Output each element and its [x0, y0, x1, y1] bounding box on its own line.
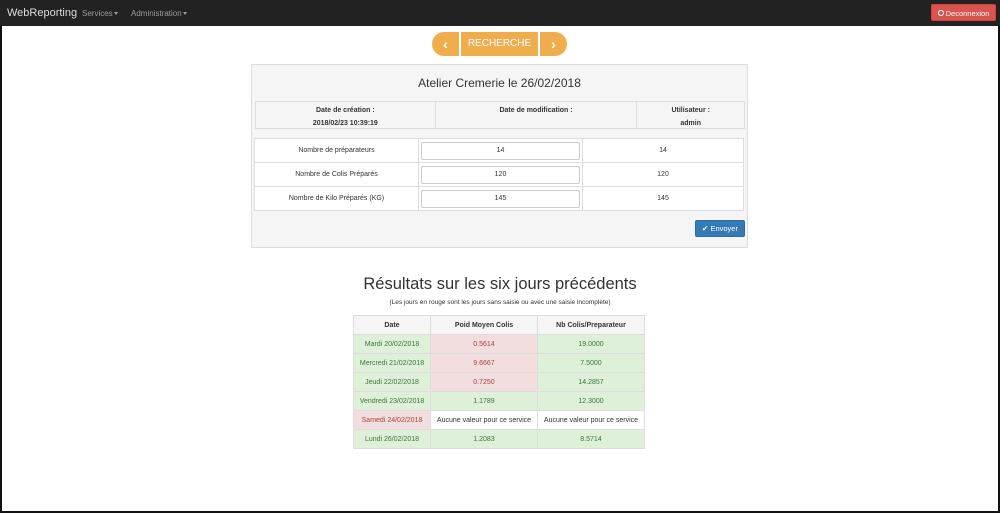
- chevron-right-icon: ›: [551, 36, 556, 52]
- date-cell: Mercredi 21/02/2018: [353, 353, 431, 373]
- user-value: admin: [680, 120, 702, 127]
- poids-cell: 1.1789: [430, 391, 538, 411]
- info-table: Date de création : 2018/02/23 10:39:19 Da…: [255, 101, 745, 129]
- administration-menu[interactable]: Administration: [131, 9, 187, 18]
- power-icon: [937, 10, 944, 17]
- nb-cell: 19.0000: [537, 334, 645, 354]
- poids-cell: Aucune valeur pour ce service: [430, 410, 538, 430]
- form-row-value: 120: [582, 162, 744, 187]
- form-row: Nombre de Kilo Préparés (KG) 145 145: [254, 186, 744, 211]
- header-poids: Poid Moyen Colis: [430, 315, 538, 335]
- administration-menu-label: Administration: [131, 9, 182, 18]
- date-cell: Mardi 20/02/2018: [353, 334, 431, 354]
- date-cell: Jeudi 22/02/2018: [353, 372, 431, 392]
- form-row-label: Nombre de Kilo Préparés (KG): [254, 186, 419, 211]
- table-row: Mardi 20/02/2018 0.5614 19.0000: [353, 334, 645, 354]
- caret-down-icon: [182, 12, 187, 16]
- table-row: Vendredi 23/02/2018 1.1789 12.3000: [353, 391, 645, 411]
- table-row: Samedi 24/02/2018 Aucune valeur pour ce …: [353, 410, 645, 430]
- nb-cell: 14.2857: [537, 372, 645, 392]
- table-row: Mercredi 21/02/2018 9.6667 7.5000: [353, 353, 645, 373]
- creation-cell: Date de création : 2018/02/23 10:39:19: [255, 101, 436, 129]
- poids-cell: 9.6667: [430, 353, 538, 373]
- date-cell: Samedi 24/02/2018: [353, 410, 431, 430]
- form-row-value: 145: [582, 186, 744, 211]
- check-icon: ✔: [702, 224, 709, 233]
- submit-button[interactable]: ✔ Envoyer: [695, 220, 745, 237]
- next-day-button[interactable]: ›: [540, 32, 567, 56]
- logout-button[interactable]: Deconnexion: [931, 4, 996, 21]
- caret-down-icon: [113, 12, 118, 16]
- results-subtitle: (Les jours en rouge sont les jours sans …: [389, 299, 611, 306]
- services-menu-label: Services: [82, 9, 113, 18]
- entry-form-table: Nombre de préparateurs 14 14 Nombre de C…: [254, 138, 744, 211]
- user-label: Utilisateur :: [671, 107, 710, 114]
- brand-link[interactable]: WebReporting: [7, 7, 77, 19]
- modification-value: [436, 115, 637, 119]
- poids-cell: 0.5614: [430, 334, 538, 354]
- header-date: Date: [353, 315, 431, 335]
- table-row: Jeudi 22/02/2018 0.7250 14.2857: [353, 372, 645, 392]
- nb-cell: 8.5714: [537, 429, 645, 449]
- logout-label: Deconnexion: [945, 9, 990, 18]
- creation-value: 2018/02/23 10:39:19: [312, 120, 378, 127]
- results-table: Date Poid Moyen Colis Nb Colis/Preparate…: [353, 315, 645, 449]
- nb-cell: Aucune valeur pour ce service: [537, 410, 645, 430]
- poids-cell: 0.7250: [430, 372, 538, 392]
- results-title: Résultats sur les six jours précédents: [363, 275, 637, 293]
- form-row: Nombre de Colis Préparés 120 120: [254, 162, 744, 187]
- nb-cell: 7.5000: [537, 353, 645, 373]
- modification-label: Date de modification :: [499, 107, 573, 114]
- modification-cell: Date de modification :: [434, 101, 638, 129]
- submit-label: Envoyer: [710, 224, 738, 233]
- date-cell: Lundi 26/02/2018: [353, 429, 431, 449]
- nb-cell: 12.3000: [537, 391, 645, 411]
- user-cell: Utilisateur : admin: [636, 101, 745, 129]
- search-button[interactable]: RECHERCHE: [461, 32, 538, 56]
- services-menu[interactable]: Services: [82, 9, 118, 18]
- chevron-left-icon: ‹: [443, 36, 448, 52]
- creation-label: Date de création :: [315, 107, 375, 114]
- form-row-label: Nombre de préparateurs: [254, 138, 419, 163]
- kilo-input[interactable]: 145: [421, 189, 580, 208]
- previous-day-button[interactable]: ‹: [432, 32, 459, 56]
- top-navbar: WebReporting Services Administration Dec…: [0, 0, 1000, 26]
- date-cell: Vendredi 23/02/2018: [353, 391, 431, 411]
- form-row: Nombre de préparateurs 14 14: [254, 138, 744, 163]
- form-row-label: Nombre de Colis Préparés: [254, 162, 419, 187]
- table-row: Lundi 26/02/2018 1.2083 8.5714: [353, 429, 645, 449]
- poids-cell: 1.2083: [430, 429, 538, 449]
- header-nb: Nb Colis/Preparateur: [537, 315, 645, 335]
- form-row-value: 14: [582, 138, 744, 163]
- panel-title: Atelier Cremerie le 26/02/2018: [418, 76, 581, 90]
- colis-input[interactable]: 120: [421, 165, 580, 184]
- preparateurs-input[interactable]: 14: [421, 141, 580, 160]
